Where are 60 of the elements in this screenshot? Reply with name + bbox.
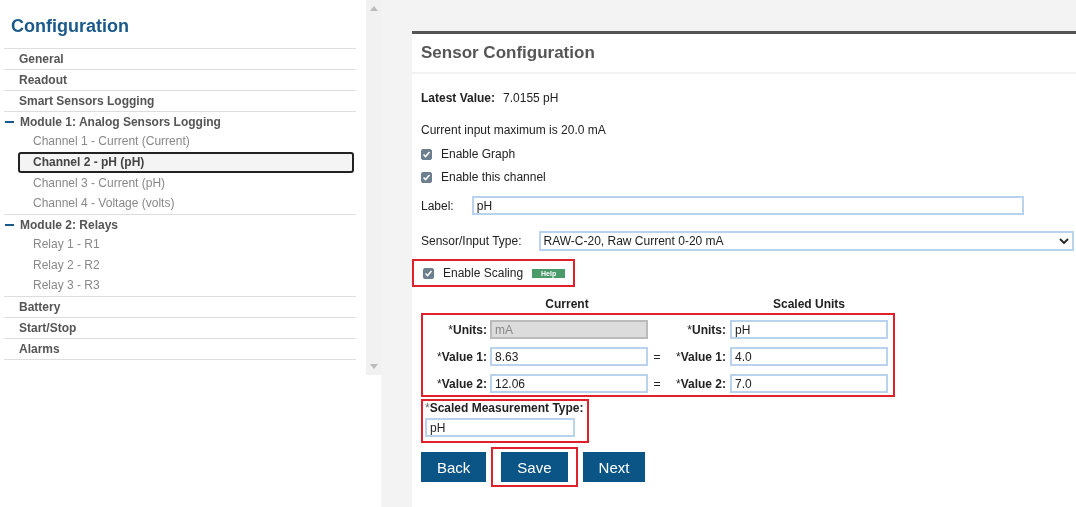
nav-item[interactable]: Readout [4,70,356,91]
field-label: Scaled Measurement Type: [429,401,584,415]
caret-icon[interactable] [1058,238,1069,244]
input-field[interactable]: 4.0 [730,347,888,366]
input-field[interactable]: 12.06 [490,374,648,393]
nav-subitem[interactable]: Channel 1 - Current (Current) [4,131,356,152]
equals-sign: = [653,349,661,364]
checkbox[interactable] [421,171,432,183]
checkbox-label: Enable Scaling [443,266,524,280]
field-label: Units: [453,322,487,337]
nav-item[interactable]: General [4,49,356,70]
required-mark: * [436,349,442,364]
nav-subitem[interactable]: Channel 4 - Voltage (volts) [4,193,356,215]
nav-button[interactable]: Back [421,452,487,482]
checkbox-label: Enable this channel [441,170,546,184]
nav-item[interactable]: Smart Sensors Logging [4,91,356,112]
column-header: Scaled Units [772,297,846,311]
required-mark: * [687,322,692,337]
field-label: Label: [421,198,454,213]
nav-subitem[interactable]: Relay 1 - R1 [4,234,356,255]
input-field[interactable]: 8.63 [490,347,648,366]
field-label: Value 2: [441,376,487,391]
nav-button[interactable]: Save [501,452,568,482]
checkbox[interactable] [423,267,434,279]
checkbox[interactable] [421,148,432,160]
equals-sign: = [653,376,661,391]
required-mark: * [425,401,430,415]
required-mark: * [448,322,453,337]
info-text: Current input maximum is 20.0 mA [421,123,607,139]
input-field[interactable]: 7.0 [730,374,888,393]
sidebar-title: Configuration [11,16,130,38]
required-mark: * [675,349,681,364]
latest-value: 7.0155 pH [503,91,559,107]
nav-subitem[interactable]: Channel 3 - Current (pH) [4,172,356,194]
required-mark: * [436,376,442,391]
checkbox-label: Enable Graph [441,147,516,161]
measurement-type-field[interactable]: pH [425,418,575,437]
field-label: Value 1: [441,349,487,364]
nav-item[interactable]: Alarms [4,339,356,361]
nav-subitem[interactable]: Relay 2 - R2 [4,254,356,276]
required-mark: * [675,376,681,391]
nav-item[interactable]: Start/Stop [4,318,356,340]
input-field[interactable]: pH [730,320,888,339]
field-label: Value 1: [680,349,726,364]
field-label: Latest Value: [421,91,496,107]
collapse-icon[interactable] [5,223,14,226]
sensor-type-dropdown[interactable]: RAW-C-20, Raw Current 0-20 mA [538,231,1074,251]
collapse-icon[interactable] [5,120,14,123]
panel-title: Sensor Configuration [421,43,595,63]
nav-subitem[interactable]: Relay 3 - R3 [4,275,356,297]
nav-item[interactable]: Battery [4,297,356,319]
nav-item[interactable]: Module 1: Analog Sensors Logging [20,114,221,129]
column-header: Current [544,297,590,311]
nav-subitem[interactable]: Channel 2 - pH (pH) [18,151,354,173]
field-label: Sensor/Input Type: [421,234,522,248]
field-label: Units: [692,322,726,337]
nav-item[interactable]: Module 2: Relays [20,217,119,232]
label-field[interactable]: pH [471,196,1024,215]
field-label: Value 2: [680,376,726,391]
nav-button[interactable]: Next [582,452,646,482]
